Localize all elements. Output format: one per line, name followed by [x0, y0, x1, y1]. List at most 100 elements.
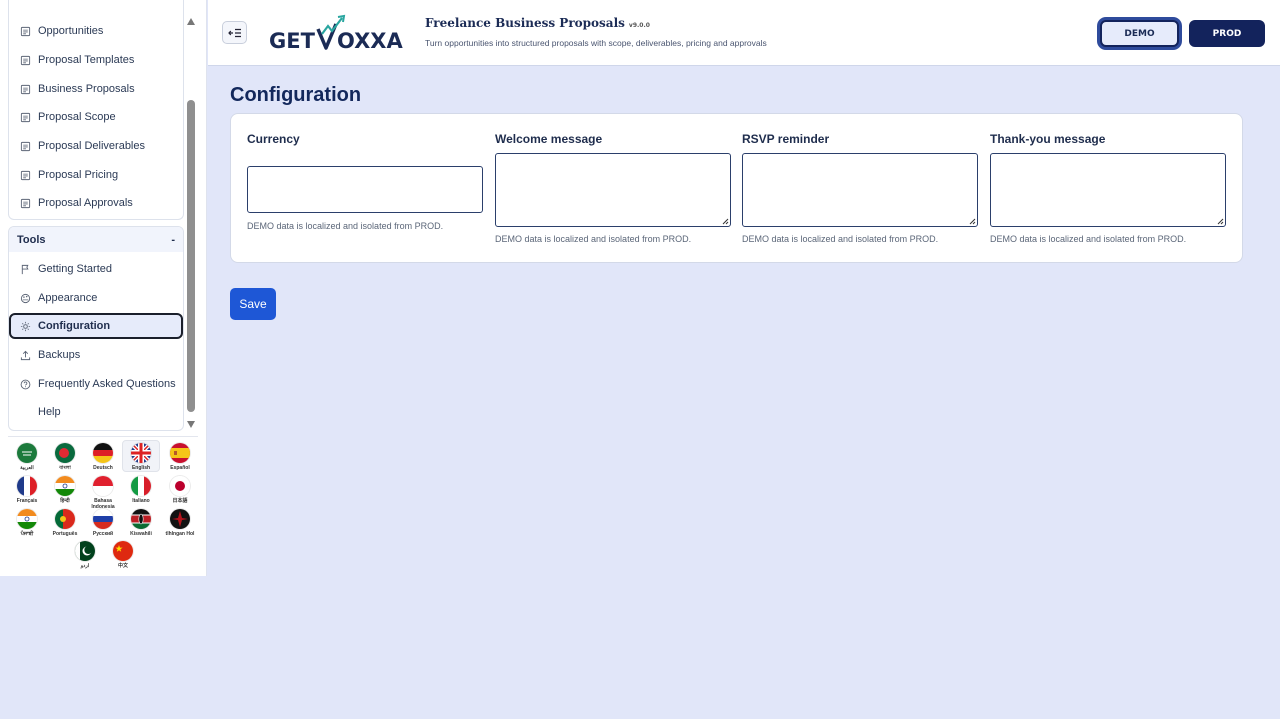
language-bengali[interactable]: বাংলা — [47, 443, 83, 471]
thank-you-message-label: Thank-you message — [990, 132, 1106, 146]
nav-menu: Opportunities Proposal Templates Busines… — [8, 0, 184, 220]
sidebar-item-getting-started[interactable]: Getting Started — [9, 256, 183, 282]
save-button[interactable]: Save — [230, 288, 276, 320]
getvoxxa-logo: GET OXXA — [268, 14, 410, 54]
language-german[interactable]: Deutsch — [85, 443, 121, 471]
sidebar-item-faq[interactable]: Frequently Asked Questions — [9, 371, 183, 397]
language-urdu[interactable]: اردو — [67, 541, 103, 569]
scroll-up-arrow-icon[interactable] — [187, 18, 195, 25]
france-flag-icon — [17, 476, 37, 496]
tools-section: Tools - Getting Started Appearance Confi… — [8, 226, 184, 431]
language-arabic[interactable]: العربية — [9, 443, 45, 471]
language-label: Italiano — [132, 498, 150, 504]
language-label: English — [131, 465, 151, 471]
language-spanish[interactable]: Español — [162, 443, 198, 471]
sidebar-item-proposal-approvals[interactable]: Proposal Approvals — [9, 190, 183, 216]
sidebar-item-proposal-templates[interactable]: Proposal Templates — [9, 47, 183, 73]
sidebar-item-label: Proposal Templates — [38, 54, 135, 66]
sidebar-item-help[interactable]: Help — [9, 399, 183, 425]
document-icon — [19, 197, 31, 209]
language-klingon[interactable]: tlhIngan Hol — [162, 509, 198, 537]
russia-flag-icon — [93, 509, 113, 529]
sidebar-item-label: Appearance — [38, 292, 98, 304]
sidebar-item-label: Configuration — [38, 320, 111, 332]
scroll-down-arrow-icon[interactable] — [187, 421, 195, 428]
language-swahili[interactable]: Kiswahili — [123, 509, 159, 537]
sidebar-item-label: Proposal Deliverables — [38, 140, 145, 152]
language-french[interactable]: Français — [9, 476, 45, 504]
help-circle-icon — [19, 378, 31, 390]
sidebar-item-proposal-scope[interactable]: Proposal Scope — [9, 104, 183, 130]
language-russian[interactable]: Русский — [85, 509, 121, 537]
language-label: हिन्दी — [60, 498, 70, 504]
scroll-thumb[interactable] — [187, 100, 195, 412]
saudi-arabia-flag-icon — [17, 443, 37, 463]
pakistan-flag-icon — [75, 541, 95, 561]
sidebar-item-label: Proposal Approvals — [38, 197, 133, 209]
demo-env-button[interactable]: DEMO — [1100, 20, 1179, 47]
rsvp-reminder-textarea[interactable] — [742, 153, 978, 227]
language-label: 中文 — [117, 563, 128, 569]
rsvp-reminder-help-text: DEMO data is localized and isolated from… — [742, 234, 939, 244]
currency-help-text: DEMO data is localized and isolated from… — [247, 221, 444, 231]
currency-input[interactable] — [247, 166, 483, 213]
language-hindi[interactable]: हिन्दी — [47, 476, 83, 504]
sidebar-item-business-proposals[interactable]: Business Proposals — [9, 76, 183, 102]
language-punjabi[interactable]: ਪੰਜਾਬੀ — [9, 509, 45, 537]
language-label: اردو — [80, 563, 90, 569]
page-title: Configuration — [230, 84, 362, 106]
palette-icon — [19, 292, 31, 304]
sidebar-item-backups[interactable]: Backups — [9, 342, 183, 368]
indonesia-flag-icon — [93, 476, 113, 496]
svg-text:OXXA: OXXA — [337, 29, 403, 53]
language-japanese[interactable]: 日本語 — [162, 476, 198, 504]
language-label: tlhIngan Hol — [165, 531, 195, 537]
rsvp-reminder-label: RSVP reminder — [742, 132, 830, 146]
india-flag-icon — [17, 509, 37, 529]
japan-flag-icon — [170, 476, 190, 496]
language-portuguese[interactable]: Português — [47, 509, 83, 537]
china-flag-icon — [113, 541, 133, 561]
welcome-message-label: Welcome message — [495, 132, 603, 146]
sidebar-item-label: Business Proposals — [38, 83, 135, 95]
language-label: Português — [52, 531, 78, 537]
language-label: العربية — [20, 465, 34, 471]
collapse-toggle[interactable]: - — [171, 234, 175, 246]
tools-section-header[interactable]: Tools - — [9, 227, 183, 252]
flag-icon — [19, 263, 31, 275]
welcome-message-textarea[interactable] — [495, 153, 731, 227]
app-version: v9.0.0 — [628, 22, 650, 29]
app-header: GET OXXA Freelance Business Proposals v9.… — [208, 0, 1280, 66]
thank-you-message-textarea[interactable] — [990, 153, 1226, 227]
spain-flag-icon — [170, 443, 190, 463]
app-title: Freelance Business Proposals v9.0.0 — [425, 16, 650, 30]
sidebar-item-proposal-deliverables[interactable]: Proposal Deliverables — [9, 133, 183, 159]
document-icon — [19, 140, 31, 152]
sidebar-item-proposal-pricing[interactable]: Proposal Pricing — [9, 162, 183, 188]
language-label: Русский — [92, 531, 114, 537]
language-chinese[interactable]: 中文 — [105, 541, 141, 569]
language-label: ਪੰਜਾਬੀ — [20, 531, 34, 537]
divider — [8, 436, 198, 437]
sidebar-item-appearance[interactable]: Appearance — [9, 285, 183, 311]
sidebar-item-opportunities[interactable]: Opportunities — [9, 18, 183, 44]
italy-flag-icon — [131, 476, 151, 496]
language-english[interactable]: English — [122, 440, 160, 472]
sidebar-item-label: Backups — [38, 349, 81, 361]
sidebar-scrollbar[interactable] — [186, 14, 197, 430]
language-label: 日本語 — [172, 498, 188, 504]
gear-icon — [19, 320, 31, 332]
configuration-card: Currency DEMO data is localized and isol… — [230, 113, 1243, 263]
upload-icon — [19, 349, 31, 361]
sidebar-item-configuration[interactable]: Configuration — [9, 313, 183, 339]
india-flag-icon — [55, 476, 75, 496]
prod-env-button[interactable]: PROD — [1189, 20, 1265, 47]
language-indonesian[interactable]: Bahasa Indonesia — [85, 476, 121, 510]
sidebar-item-label: Proposal Pricing — [38, 169, 119, 181]
klingon-emblem-icon — [170, 509, 190, 529]
welcome-message-help-text: DEMO data is localized and isolated from… — [495, 234, 692, 244]
currency-label: Currency — [247, 132, 300, 146]
language-italian[interactable]: Italiano — [123, 476, 159, 504]
sidebar-item-label: Help — [38, 406, 61, 418]
collapse-sidebar-button[interactable] — [222, 21, 247, 44]
